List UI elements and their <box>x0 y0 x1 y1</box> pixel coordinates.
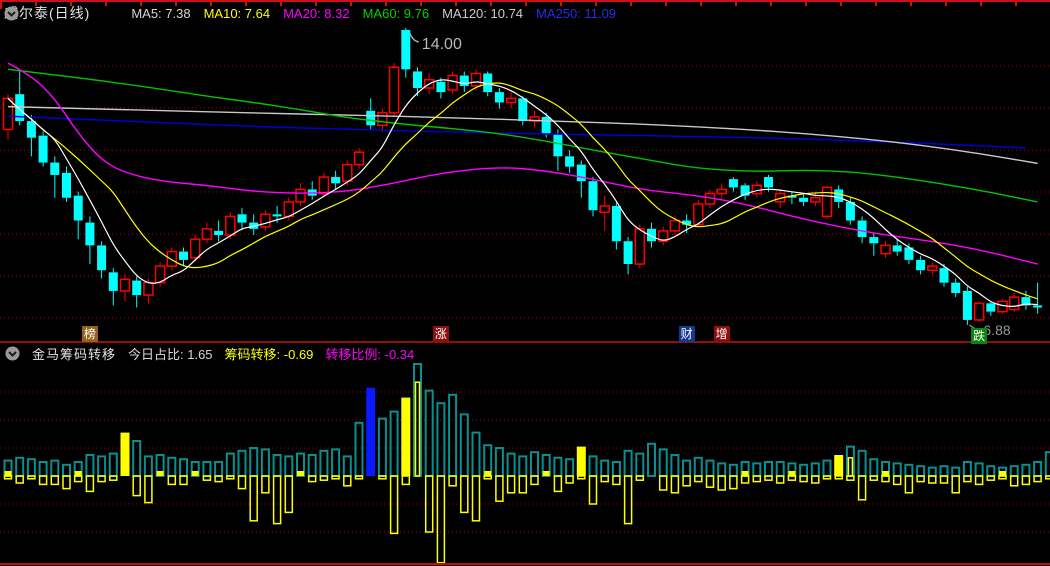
kline-chart-canvas[interactable]: 14.00 6.88 <box>0 0 1050 345</box>
ma250-readout: MA250: 11.09 <box>536 5 617 21</box>
ma120-readout: MA120: 10.74 <box>442 5 524 21</box>
indicator-chart-canvas[interactable] <box>0 362 1050 566</box>
ma20-readout: MA20: 8.32 <box>283 5 350 21</box>
ma10-readout: MA10: 7.64 <box>203 5 271 21</box>
event-tag: 榜 <box>81 326 98 342</box>
kline-header: 威尔泰(日线) MA5: 7.38 MA10: 7.64 MA20: 8.32 … <box>4 3 616 23</box>
ma5-readout: MA5: 7.38 <box>131 5 191 21</box>
svg-text:14.00: 14.00 <box>422 36 462 53</box>
chevron-down-icon[interactable] <box>4 6 118 21</box>
indicator-name: 金马筹码转移 <box>32 346 117 362</box>
event-tag: 财 <box>678 326 695 342</box>
event-tag: 跌 <box>971 328 988 344</box>
trading-app-window: 14.00 6.88 威尔泰(日线) MA5: 7.38 MA10: 7.64 M… <box>0 0 1050 566</box>
indicator-param-transfer-ratio: 转移比例: -0.34 <box>325 346 415 362</box>
chevron-down-icon[interactable] <box>5 346 20 361</box>
indicator-param-chip-transfer: 筹码转移: -0.69 <box>224 346 314 362</box>
indicator-param-today-ratio: 今日占比: 1.65 <box>128 346 213 362</box>
ma60-readout: MA60: 9.76 <box>362 5 430 21</box>
event-tag: 涨 <box>432 326 449 342</box>
event-tag: 增 <box>713 326 730 342</box>
svg-text:6.88: 6.88 <box>983 322 1010 338</box>
indicator-header: 金马筹码转移 今日占比: 1.65 筹码转移: -0.69 转移比例: -0.3… <box>5 344 414 362</box>
